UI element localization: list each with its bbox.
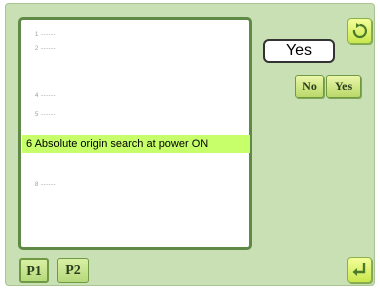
settings-screen: 1 ------ 2 ------ 4 ------ 5 ------ 6 Ab… [5,3,375,286]
list-item[interactable]: 8 ------ [35,182,56,188]
list-item[interactable]: 5 ------ [35,112,56,118]
yes-button[interactable]: Yes [326,75,361,98]
reset-button[interactable] [347,18,372,44]
list-item[interactable]: 1 ------ [35,32,56,38]
list-item[interactable]: 2 ------ [35,46,56,52]
current-value-display: Yes [263,39,335,63]
no-button[interactable]: No [295,75,324,98]
list-item[interactable]: 4 ------ [35,93,56,99]
return-arrow-icon [352,263,366,276]
return-button[interactable] [347,257,372,283]
list-item-selected[interactable]: 6 Absolute origin search at power ON [22,135,250,153]
tab-p2[interactable]: P2 [57,258,89,283]
reset-arrow-icon [352,23,368,39]
tab-p1[interactable]: P1 [19,258,49,283]
settings-list[interactable]: 1 ------ 2 ------ 4 ------ 5 ------ 6 Ab… [18,17,252,250]
